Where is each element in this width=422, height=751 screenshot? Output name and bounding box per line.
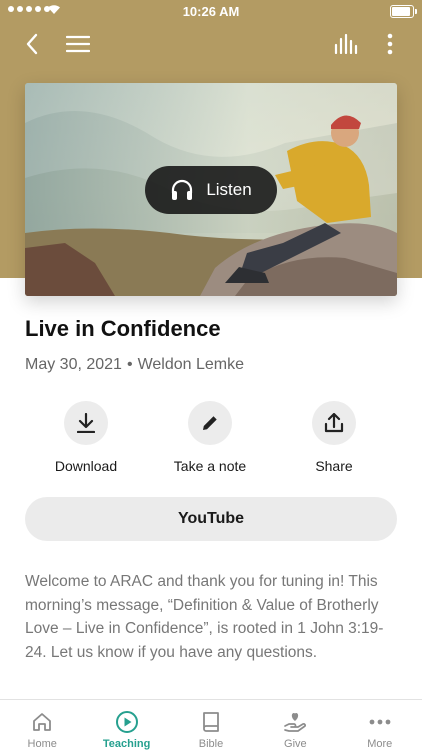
youtube-button[interactable]: YouTube [25,497,397,541]
more-options-button[interactable] [374,26,406,62]
chevron-left-icon [26,33,38,55]
listen-button[interactable]: Listen [145,166,277,214]
play-circle-icon [115,711,138,733]
battery-icon [390,5,417,18]
hamburger-menu-icon [66,35,90,53]
sermon-title: Live in Confidence [25,316,221,341]
give-hand-heart-icon [284,713,307,732]
sermon-description: Welcome to ARAC and thank you for tuning… [25,573,384,661]
tab-teaching[interactable]: Teaching [84,700,168,751]
top-navigation-bar [0,24,422,64]
share-label: Share [315,458,353,474]
menu-button[interactable] [60,26,96,62]
take-note-label: Take a note [173,458,247,474]
status-bar: 10:26 AM [0,0,422,22]
speaker-name: Weldon Lemke [137,356,244,373]
download-icon [77,413,95,433]
tab-give-label: Give [284,738,307,750]
vertical-dots-icon [387,33,393,55]
tab-home[interactable]: Home [0,700,84,751]
home-icon [33,713,52,731]
download-label: Download [54,458,118,474]
headphones-icon [172,179,193,200]
take-note-button[interactable]: Take a note [150,401,270,474]
meta-separator: • [126,356,133,373]
tab-bible[interactable]: Bible [169,700,253,751]
download-button[interactable]: Download [26,401,146,474]
share-button[interactable]: Share [274,401,394,474]
book-icon [203,712,219,732]
more-dots-icon [369,719,391,725]
audio-levels-button[interactable] [328,26,364,62]
sermon-artwork: Listen [25,83,397,296]
tab-give[interactable]: Give [253,700,337,751]
pencil-icon [203,416,217,430]
back-button[interactable] [16,26,48,62]
tab-more-label: More [367,738,393,750]
status-time: 10:26 AM [182,4,240,19]
tab-more[interactable]: More [338,700,422,751]
tab-bible-label: Bible [198,738,224,750]
bottom-tab-bar: Home Teaching Bible Give More [0,699,422,751]
sermon-meta: May 30, 2021 • Weldon Lemke [25,356,244,374]
share-icon [324,413,344,433]
sermon-date: May 30, 2021 [25,356,122,373]
listen-label: Listen [206,180,252,199]
tab-home-label: Home [27,738,57,750]
audio-bars-icon [334,34,358,54]
tab-teaching-label: Teaching [102,738,151,750]
